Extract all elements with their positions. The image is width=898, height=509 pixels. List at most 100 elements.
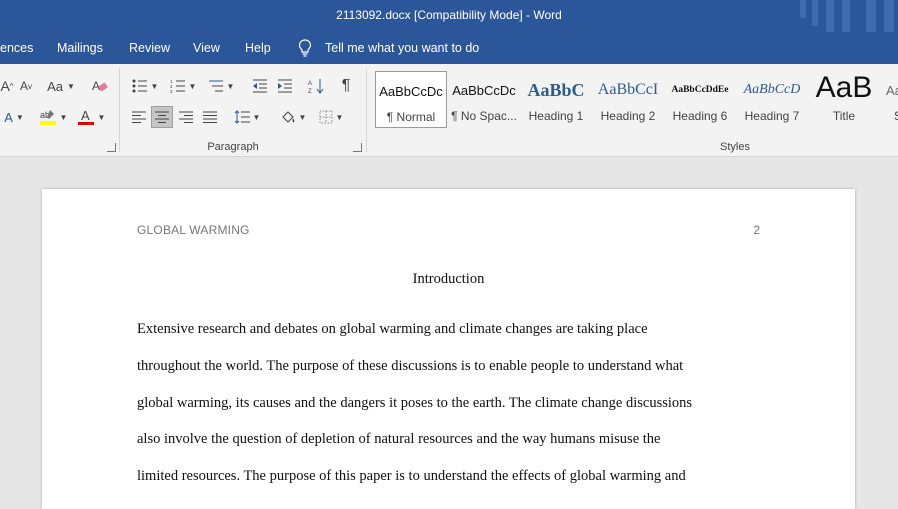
decrease-indent-button[interactable] xyxy=(249,75,271,97)
shrink-font-button[interactable]: Av xyxy=(18,75,34,97)
numbering-button[interactable]: 123 ▼ xyxy=(166,75,200,97)
highlight-button[interactable]: ab ▼ xyxy=(36,106,70,128)
styles-group-label: Styles xyxy=(720,141,750,153)
align-right-icon xyxy=(179,111,193,123)
paint-bucket-icon xyxy=(281,111,294,123)
center-button[interactable] xyxy=(151,106,173,128)
svg-text:3: 3 xyxy=(170,89,173,93)
style-heading-1[interactable]: AaBbC Heading 1 xyxy=(520,71,592,128)
body-line: limited resources. The purpose of this p… xyxy=(137,468,686,484)
line-spacing-icon xyxy=(234,110,250,124)
style-heading-2[interactable]: AaBbCcI Heading 2 xyxy=(592,71,664,128)
increase-indent-button[interactable] xyxy=(274,75,296,97)
shrink-font-label: A xyxy=(19,79,28,93)
style-name: Title xyxy=(832,109,856,123)
line-spacing-button[interactable]: ▼ xyxy=(230,106,264,128)
title-bar-pattern xyxy=(826,0,834,32)
multilevel-list-button[interactable]: ▼ xyxy=(204,75,238,97)
style-no-spacing[interactable]: AaBbCcDc ¶ No Spac... xyxy=(448,71,520,128)
style-preview: Aa xyxy=(886,83,898,98)
style-name: Heading 6 xyxy=(672,109,728,123)
style-name: Heading 7 xyxy=(744,109,800,123)
style-name: ¶ No Spac... xyxy=(451,109,517,123)
style-name: Heading 1 xyxy=(528,109,584,123)
style-heading-6[interactable]: AaBbCcDdEe Heading 6 xyxy=(664,71,736,128)
title-bar-pattern xyxy=(842,0,850,32)
tab-view[interactable]: View xyxy=(193,41,220,55)
style-preview: AaBbCcI xyxy=(597,81,659,98)
tab-help[interactable]: Help xyxy=(245,41,271,55)
document-page[interactable]: GLOBAL WARMING 2 Introduction Extensive … xyxy=(42,189,855,509)
clear-formatting-button[interactable]: A xyxy=(90,75,110,97)
justify-icon xyxy=(203,111,217,123)
style-preview: AaBbC xyxy=(527,80,585,100)
borders-button[interactable]: ▼ xyxy=(314,106,348,128)
svg-text:A: A xyxy=(92,79,100,93)
align-left-button[interactable] xyxy=(128,106,150,128)
font-dialog-launcher[interactable] xyxy=(107,143,116,152)
body-line: throughout the world. The purpose of the… xyxy=(137,358,684,374)
lightbulb-icon[interactable] xyxy=(298,39,312,60)
borders-icon xyxy=(319,110,333,124)
pilcrow-icon: ¶ xyxy=(341,77,351,94)
page-number: 2 xyxy=(753,223,760,237)
svg-text:Z: Z xyxy=(308,89,312,94)
highlighter-icon: ab xyxy=(39,110,56,125)
paragraph-group-label: Paragraph xyxy=(207,141,259,153)
title-bar-pattern xyxy=(866,0,876,32)
style-heading-7[interactable]: AaBbCcD Heading 7 xyxy=(736,71,808,128)
grow-font-button[interactable]: A ^ xyxy=(0,75,14,97)
increase-indent-icon xyxy=(278,79,292,93)
align-center-icon xyxy=(155,111,169,123)
title-bar: 2113092.docx [Compatibility Mode] - Word xyxy=(0,0,898,32)
align-left-icon xyxy=(132,111,146,123)
running-head: GLOBAL WARMING xyxy=(137,223,250,237)
section-heading: Introduction xyxy=(412,271,485,287)
style-title[interactable]: AaB Title xyxy=(808,71,880,128)
style-preview: AaBbCcDc xyxy=(452,83,516,98)
numbering-icon: 123 xyxy=(170,79,185,93)
shading-button[interactable]: ▼ xyxy=(276,106,310,128)
tell-me-search[interactable]: Tell me what you want to do xyxy=(325,41,479,55)
group-separator xyxy=(119,68,120,152)
paragraph-dialog-launcher[interactable] xyxy=(353,143,362,152)
ribbon-tabs: ences Mailings Review View Help Tell me … xyxy=(0,32,898,64)
tab-mailings[interactable]: Mailings xyxy=(57,41,103,55)
justify-button[interactable] xyxy=(199,106,221,128)
ribbon: A ^ Av Aa ▼ A A ▼ ab ▼ A ▼ ▼ 123 ▼ ▼ AZ ¶ xyxy=(0,64,898,157)
group-separator xyxy=(366,68,367,152)
show-formatting-button[interactable]: ¶ xyxy=(336,75,356,97)
svg-text:A: A xyxy=(81,108,90,123)
style-preview: AaBbCcDdEe xyxy=(671,85,729,95)
style-preview: AaBbCcD xyxy=(743,82,801,97)
svg-text:A: A xyxy=(308,81,312,87)
change-case-label: Aa xyxy=(47,78,63,94)
body-line: Extensive research and debates on global… xyxy=(137,321,648,337)
tab-references[interactable]: ences xyxy=(0,41,33,55)
tab-review[interactable]: Review xyxy=(129,41,170,55)
style-name: S xyxy=(894,109,898,123)
bullets-icon xyxy=(132,79,147,93)
grow-font-label: A xyxy=(0,78,10,94)
eraser-icon: A xyxy=(92,79,108,93)
style-normal[interactable]: AaBbCcDc ¶ Normal xyxy=(375,71,447,128)
title-bar-pattern xyxy=(884,0,894,32)
body-line: also involve the question of depletion o… xyxy=(137,431,661,447)
window-title: 2113092.docx [Compatibility Mode] - Word xyxy=(336,8,562,22)
style-name: ¶ Normal xyxy=(386,110,436,124)
body-line: global warming, its causes and the dange… xyxy=(137,395,693,411)
change-case-button[interactable]: Aa ▼ xyxy=(44,75,78,97)
style-preview: AaBbCcDc xyxy=(379,84,443,99)
style-preview: AaB xyxy=(815,71,873,104)
style-subtitle[interactable]: Aa S xyxy=(880,71,898,128)
sort-button[interactable]: AZ xyxy=(305,75,327,97)
title-bar-pattern xyxy=(800,0,806,18)
decrease-indent-icon xyxy=(253,79,267,93)
text-effects-label: A xyxy=(4,109,13,125)
align-right-button[interactable] xyxy=(175,106,197,128)
font-color-icon: A xyxy=(77,108,94,125)
text-effects-button[interactable]: A ▼ xyxy=(0,106,28,128)
title-bar-pattern xyxy=(812,0,818,26)
bullets-button[interactable]: ▼ xyxy=(128,75,162,97)
font-color-button[interactable]: A ▼ xyxy=(74,106,108,128)
